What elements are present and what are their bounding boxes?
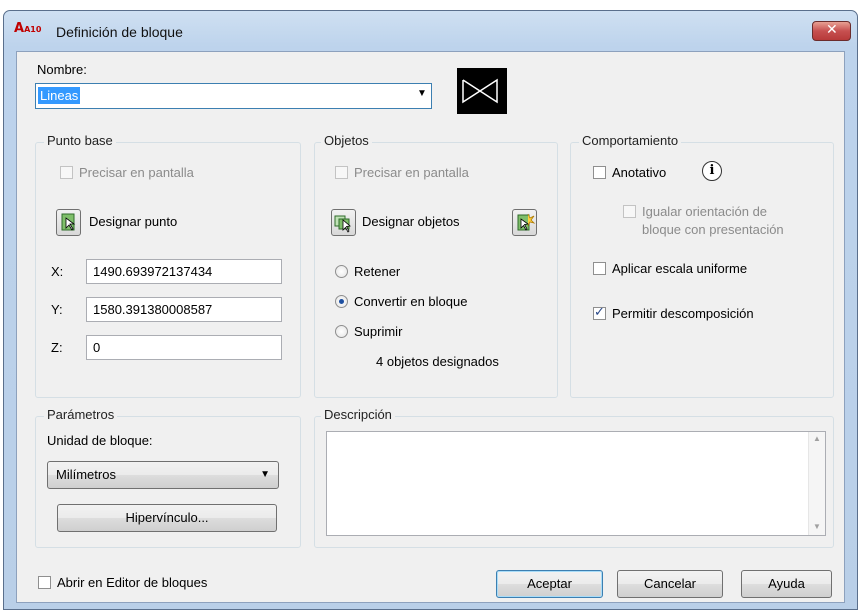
pick-point-icon — [61, 213, 76, 231]
suprimir-radio[interactable] — [335, 325, 348, 338]
designar-punto-button[interactable] — [56, 209, 81, 236]
cancelar-button[interactable]: Cancelar — [617, 570, 723, 598]
igualar-checkbox[interactable] — [623, 205, 636, 218]
aceptar-button[interactable]: Aceptar — [496, 570, 603, 598]
nombre-label: Nombre: — [37, 62, 87, 77]
designar-objetos-button[interactable] — [331, 209, 356, 236]
permitir-checkbox[interactable] — [593, 305, 606, 320]
dialog-client: Nombre: Lineas ▼ Punto base Precisar en … — [16, 51, 845, 603]
nombre-value: Lineas — [38, 87, 81, 104]
objetos-title: Objetos — [321, 133, 372, 148]
scroll-up-icon[interactable]: ▲ — [813, 434, 821, 443]
designar-objetos-label[interactable]: Designar objetos — [362, 214, 460, 229]
close-icon: ✕ — [826, 22, 838, 38]
anotativo-checkbox[interactable] — [593, 166, 606, 179]
x-field[interactable]: 1490.693972137434 — [86, 259, 282, 284]
info-icon[interactable]: i — [702, 161, 722, 181]
window-title: Definición de bloque — [56, 24, 183, 40]
nombre-combobox[interactable]: Lineas ▼ — [35, 83, 432, 109]
y-label: Y: — [51, 302, 63, 317]
objetos-precisar-label: Precisar en pantalla — [354, 165, 469, 180]
convertir-label: Convertir en bloque — [354, 294, 468, 309]
dialog-window: AA10 Definición de bloque ✕ Nombre: Line… — [3, 10, 858, 610]
comportamiento-title: Comportamiento — [579, 133, 682, 148]
unidad-value: Milímetros — [56, 467, 116, 482]
unidad-dropdown[interactable]: Milímetros ▼ — [47, 461, 279, 489]
abrir-editor-label: Abrir en Editor de bloques — [57, 575, 208, 590]
convertir-radio[interactable] — [335, 295, 348, 308]
retener-label: Retener — [354, 264, 401, 279]
escala-label: Aplicar escala uniforme — [612, 261, 748, 276]
ayuda-button[interactable]: Ayuda — [741, 570, 832, 598]
descripcion-textarea[interactable]: ▲ ▼ — [326, 431, 826, 536]
y-field[interactable]: 1580.391380008587 — [86, 297, 282, 322]
block-preview-icon — [462, 78, 498, 104]
retener-radio[interactable] — [335, 265, 348, 278]
designar-punto-label[interactable]: Designar punto — [89, 214, 177, 229]
chevron-down-icon[interactable]: ▼ — [417, 88, 427, 99]
parametros-title: Parámetros — [44, 407, 118, 422]
close-button[interactable]: ✕ — [812, 21, 851, 41]
select-objects-icon — [334, 215, 351, 233]
hipervinculo-button[interactable]: Hipervínculo... — [57, 504, 277, 532]
igualar-label-2: bloque con presentación — [642, 222, 784, 237]
escala-checkbox[interactable] — [593, 262, 606, 275]
chevron-down-icon: ▼ — [260, 469, 270, 480]
scroll-down-icon[interactable]: ▼ — [813, 522, 821, 531]
objects-count: 4 objetos designados — [376, 354, 499, 369]
block-preview — [457, 68, 507, 114]
permitir-label: Permitir descomposición — [612, 306, 754, 321]
objetos-precisar-checkbox[interactable] — [335, 166, 348, 179]
x-label: X: — [51, 264, 64, 279]
anotativo-label: Anotativo — [612, 165, 667, 180]
descripcion-title: Descripción — [321, 407, 395, 422]
app-icon: AA10 — [14, 21, 42, 36]
z-field[interactable]: 0 — [86, 335, 282, 360]
unidad-label: Unidad de bloque: — [47, 433, 153, 448]
title-bar[interactable]: AA10 Definición de bloque ✕ — [4, 11, 857, 51]
abrir-editor-checkbox[interactable] — [38, 576, 51, 589]
quick-select-icon — [517, 213, 536, 231]
descripcion-scrollbar[interactable]: ▲ ▼ — [808, 432, 825, 535]
punto-precisar-label: Precisar en pantalla — [79, 165, 194, 180]
suprimir-label: Suprimir — [354, 324, 403, 339]
z-label: Z: — [51, 340, 63, 355]
igualar-label-1: Igualar orientación de — [642, 204, 768, 219]
quick-select-button[interactable] — [512, 209, 537, 236]
punto-base-title: Punto base — [44, 133, 116, 148]
punto-precisar-checkbox[interactable] — [60, 166, 73, 179]
